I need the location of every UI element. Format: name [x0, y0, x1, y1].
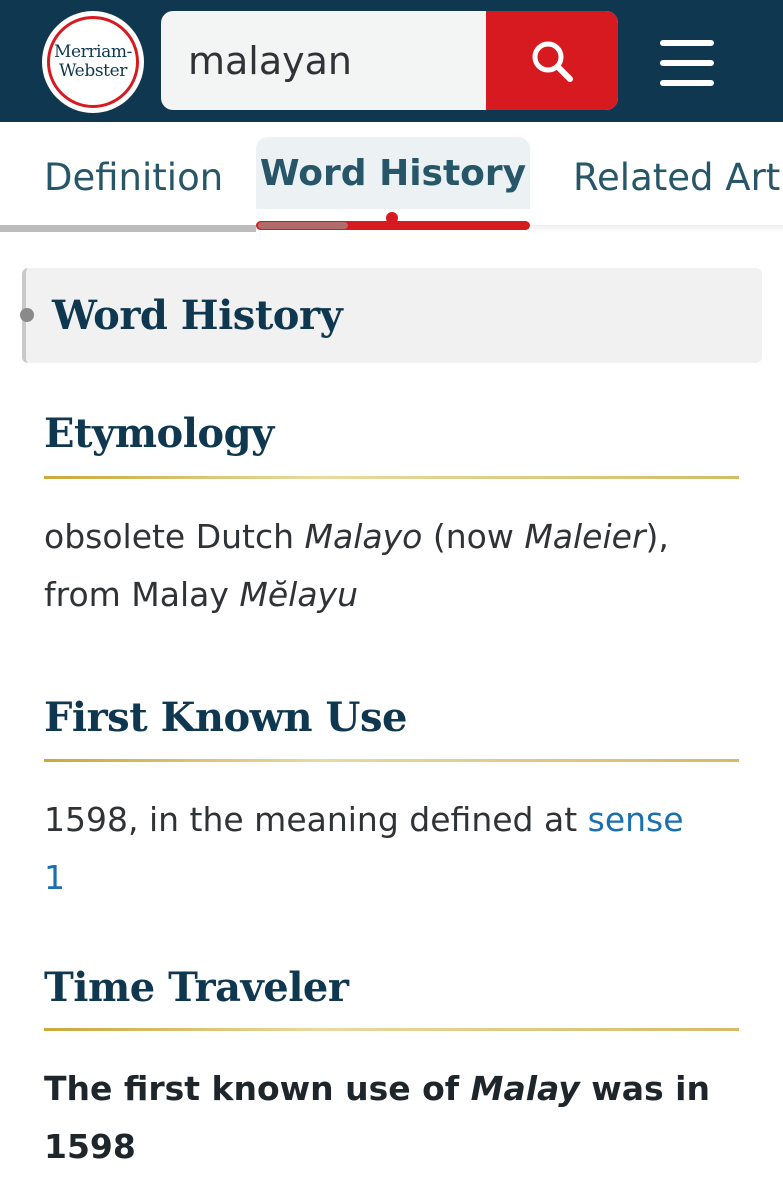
time-traveler-rule [44, 1028, 739, 1031]
time-traveler-text-part: was in [579, 1069, 710, 1108]
merriam-webster-logo[interactable]: Merriam- Webster [42, 11, 144, 113]
etymology-title: Etymology [44, 410, 274, 457]
logo-text-line1: Merriam- [54, 42, 132, 62]
hamburger-menu-icon[interactable] [658, 40, 716, 86]
tab-definition[interactable]: Definition [44, 156, 223, 199]
entry-tabs: Definition Word History Related Artic [0, 122, 783, 234]
time-traveler-year: 1598 [44, 1127, 136, 1166]
logo-text-line2: Webster [59, 61, 127, 81]
etymology-rule [44, 476, 739, 479]
time-traveler-text: The first known use of Malay was in 1598 [44, 1060, 744, 1176]
tab-related-articles[interactable]: Related Artic [573, 156, 783, 199]
menu-bar [660, 40, 714, 46]
etymology-text: obsolete Dutch Malayo (now Maleier), fro… [44, 508, 744, 624]
sense-link-text: sense [587, 800, 684, 839]
first-known-use-rule [44, 759, 739, 762]
etymology-text-part: ), [645, 517, 669, 556]
search-button[interactable] [486, 11, 618, 110]
search-icon [532, 41, 573, 82]
search-input[interactable] [161, 11, 486, 110]
first-known-use-text: 1598, in the meaning defined at sense 1 [44, 791, 744, 907]
tab-word-history[interactable]: Word History [256, 137, 530, 209]
active-tab-indicator-shade [258, 222, 348, 229]
time-traveler-text-part: The first known use of [44, 1069, 471, 1108]
first-known-use-date: 1598, in the meaning defined at [44, 800, 588, 839]
time-traveler-italic-word: Malay [470, 1069, 580, 1108]
etymology-text-part: from Malay [44, 575, 240, 614]
etymology-text-part: obsolete Dutch [44, 517, 305, 556]
etymology-italic-word: Malayo [304, 517, 423, 556]
tab-scroll-track [0, 225, 256, 232]
word-history-title: Word History [52, 292, 343, 339]
menu-bar [660, 80, 714, 86]
first-known-use-title: First Known Use [44, 694, 407, 741]
menu-bar [660, 60, 714, 66]
etymology-text-part: (now [422, 517, 525, 556]
etymology-italic-word: Mĕlayu [239, 575, 359, 614]
tab-divider [530, 225, 783, 232]
sense-link-number: 1 [44, 858, 65, 897]
logo-ring: Merriam- Webster [47, 16, 139, 108]
section-marker-dot [20, 308, 34, 322]
search-box [161, 11, 618, 110]
site-header: Merriam- Webster [0, 0, 783, 122]
active-tab-indicator-notch [386, 212, 398, 224]
etymology-italic-word: Maleier [524, 517, 646, 556]
time-traveler-title: Time Traveler [44, 964, 349, 1011]
